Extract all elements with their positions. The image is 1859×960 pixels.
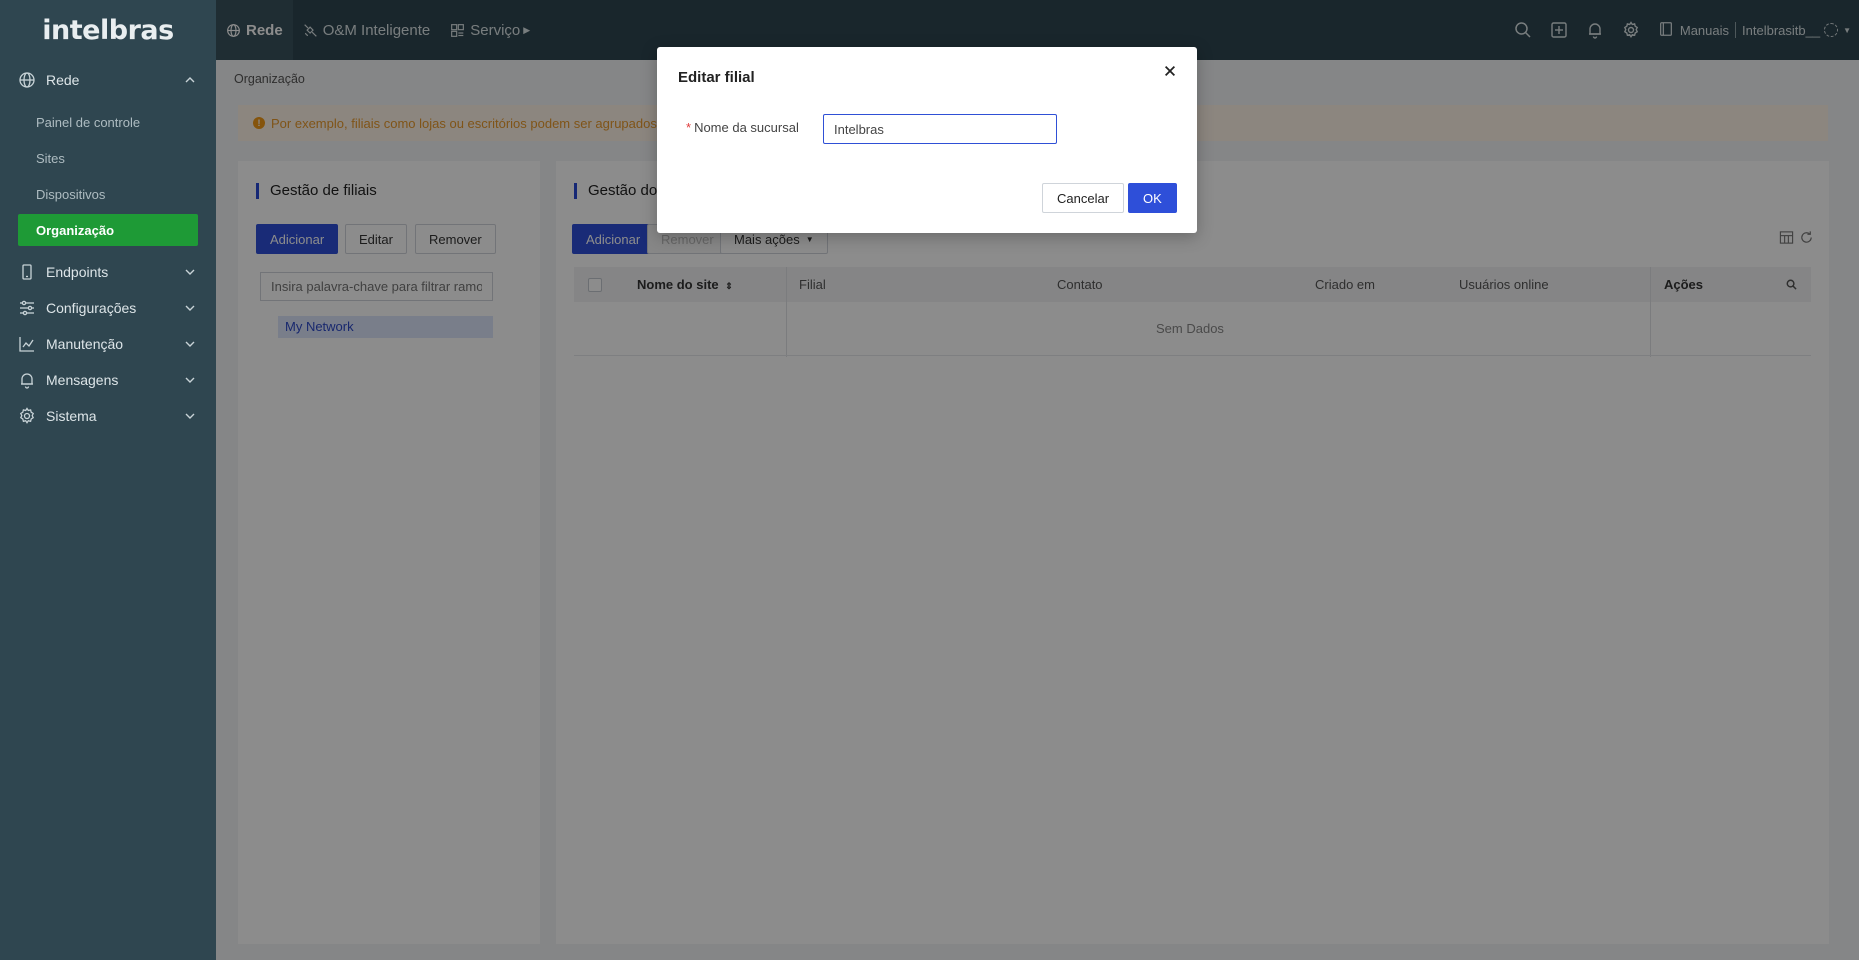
cancel-button[interactable]: Cancelar	[1042, 183, 1125, 213]
sidebar-item-label: Sistema	[46, 408, 97, 424]
sidebar-item-label: Manutenção	[46, 336, 124, 352]
sliders-icon	[18, 299, 36, 317]
sidebar-item-endpoints[interactable]: Endpoints	[0, 254, 216, 290]
sidebar-item-label: Mensagens	[46, 372, 119, 388]
chevron-up-icon	[184, 74, 196, 86]
device-icon	[18, 263, 36, 281]
sidebar-item-label: Configurações	[46, 300, 137, 316]
sidebar-menu: Rede Painel de controle Sites Dispositiv…	[0, 62, 216, 434]
branch-name-label: * Nome da sucursal	[686, 120, 799, 135]
branch-name-label-text: Nome da sucursal	[694, 120, 799, 135]
branch-name-input[interactable]	[823, 114, 1057, 144]
chevron-down-icon	[184, 302, 196, 314]
sidebar: intelbras Rede Painel de controle Sites …	[0, 0, 216, 960]
edit-branch-dialog: Editar filial *Nome da sucursal Cancelar…	[657, 47, 1197, 233]
sidebar-subitem-sites[interactable]: Sites	[0, 140, 216, 176]
sidebar-item-sistema[interactable]: Sistema	[0, 398, 216, 434]
sidebar-subitem-painel[interactable]: Painel de controle	[0, 104, 216, 140]
bell-icon	[18, 371, 36, 389]
sidebar-item-configuracoes[interactable]: Configurações	[0, 290, 216, 326]
chevron-down-icon	[184, 374, 196, 386]
sidebar-item-mensagens[interactable]: Mensagens	[0, 362, 216, 398]
globe-icon	[18, 71, 36, 89]
sidebar-item-manutencao[interactable]: Manutenção	[0, 326, 216, 362]
logo: intelbras	[42, 14, 174, 46]
sidebar-subitem-organizacao[interactable]: Organização	[18, 214, 198, 246]
close-icon[interactable]	[1163, 64, 1179, 80]
chevron-down-icon	[184, 266, 196, 278]
gear-icon	[18, 407, 36, 425]
sidebar-item-rede[interactable]: Rede	[0, 62, 216, 98]
sidebar-item-label: Endpoints	[46, 264, 109, 280]
sidebar-item-label: Rede	[46, 72, 80, 88]
sidebar-subitem-dispositivos[interactable]: Dispositivos	[0, 176, 216, 212]
chevron-down-icon	[184, 410, 196, 422]
chevron-down-icon	[184, 338, 196, 350]
chart-icon	[18, 335, 36, 353]
ok-button[interactable]: OK	[1128, 183, 1177, 213]
dialog-title: Editar filial	[678, 69, 755, 86]
required-marker: *	[686, 120, 692, 135]
submenu-rede: Painel de controle Sites Dispositivos Or…	[0, 98, 216, 254]
